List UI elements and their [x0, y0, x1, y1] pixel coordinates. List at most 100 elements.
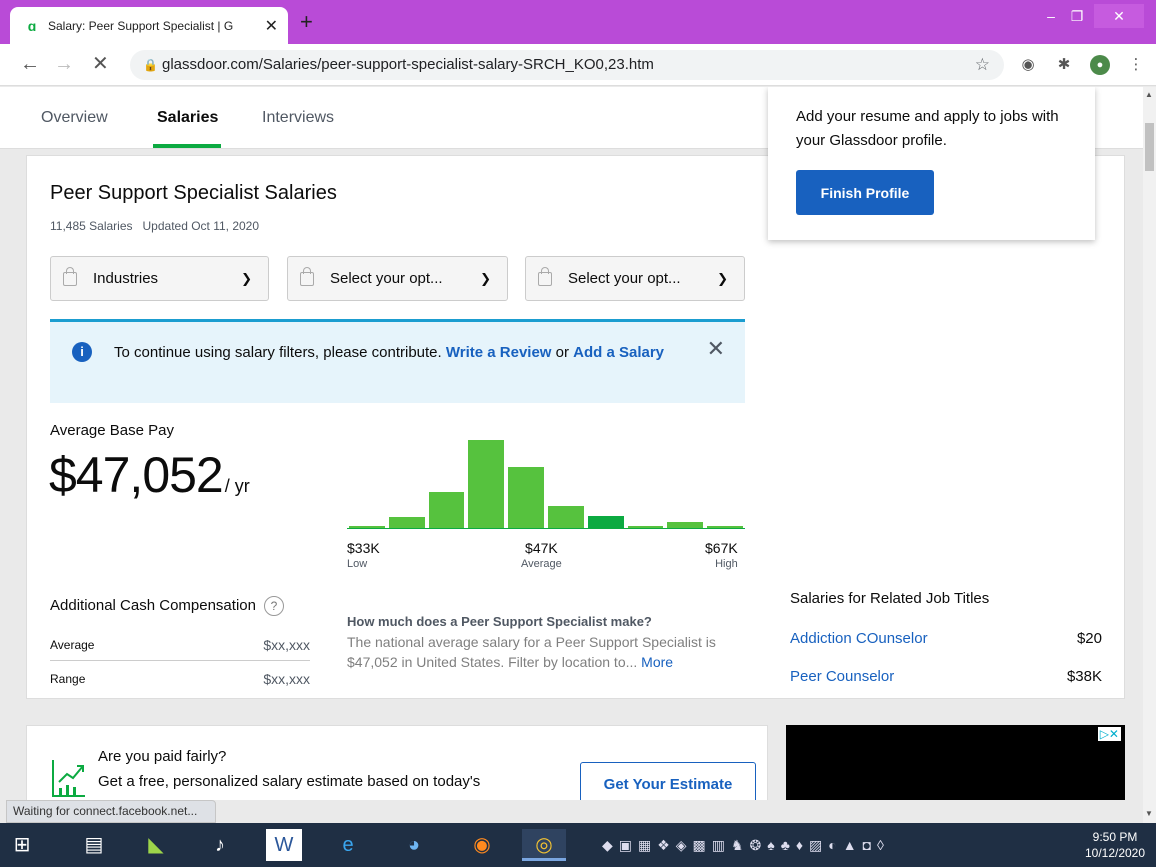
browser-status-bar: Waiting for connect.facebook.net...: [6, 800, 217, 823]
salary-count: 11,485 Salaries: [50, 219, 133, 233]
faq-answer: The national average salary for a Peer S…: [347, 632, 747, 672]
help-icon[interactable]: ?: [263, 596, 284, 616]
related-title-link[interactable]: Peer Counselor: [790, 668, 894, 685]
option-dropdown-2[interactable]: Select your opt... ❯: [287, 256, 508, 301]
cash-compensation-label: Additional Cash Compensation: [50, 597, 256, 614]
word-icon[interactable]: W: [266, 829, 302, 861]
dropdown-label: Select your opt...: [568, 270, 681, 287]
url-text: glassdoor.com/Salaries/peer-support-spec…: [162, 56, 654, 73]
browser-tab-title: Salary: Peer Support Specialist | G: [48, 18, 234, 33]
chevron-down-icon: ❯: [241, 270, 252, 286]
scroll-up-icon[interactable]: ▲: [1145, 90, 1153, 99]
cash-compensation-title: Additional Cash Compensation?: [50, 596, 284, 616]
page-scrollbar[interactable]: ▲ ▼: [1143, 87, 1156, 823]
histogram-bar: [468, 440, 505, 528]
histogram-bar: [508, 467, 544, 528]
option-dropdown-3[interactable]: Select your opt... ❯: [525, 256, 745, 301]
add-salary-link[interactable]: Add a Salary: [573, 344, 664, 361]
close-window-icon[interactable]: ✕: [1094, 4, 1144, 28]
new-tab-icon[interactable]: +: [300, 11, 313, 33]
page-title: Peer Support Specialist Salaries: [50, 182, 337, 204]
related-item: Peer Counselor $38K: [790, 668, 1102, 685]
app-icon[interactable]: ◣: [134, 829, 178, 861]
glassdoor-favicon-icon: ɑ: [27, 17, 37, 34]
related-titles-heading: Salaries for Related Job Titles: [790, 590, 990, 607]
lock-icon: [63, 266, 77, 286]
contribute-notice: i To continue using salary filters, plea…: [50, 319, 745, 403]
bookmark-star-icon[interactable]: ☆: [975, 50, 990, 80]
scrollbar-thumb[interactable]: [1145, 123, 1154, 171]
media-app-icon[interactable]: ♪: [198, 829, 242, 861]
chrome-icon[interactable]: ◎: [522, 829, 566, 861]
advertisement[interactable]: ▷✕: [786, 725, 1125, 800]
get-estimate-button[interactable]: Get Your Estimate: [580, 762, 756, 800]
notice-or: or: [555, 344, 569, 361]
file-explorer-icon[interactable]: ▤: [72, 829, 116, 861]
cash-range-row: Range $xx,xxx: [50, 662, 310, 695]
system-tray-icons[interactable]: ◆▣▦❖◈▩▥♞❂♠♣♦▨◐▲◘◊: [602, 837, 890, 854]
url-bar[interactable]: 🔒 glassdoor.com/Salaries/peer-support-sp…: [130, 50, 1004, 80]
histogram-label-low: $33K Low: [347, 540, 380, 572]
row-label: Range: [50, 671, 86, 686]
salary-meta: 11,485 Salaries Updated Oct 11, 2020: [50, 219, 259, 233]
browser-tab[interactable]: ɑ Salary: Peer Support Specialist | G ✕: [10, 7, 288, 44]
maximize-window-icon[interactable]: ❐: [1066, 4, 1088, 28]
salary-histogram: [347, 426, 745, 528]
back-arrow-icon[interactable]: ←: [20, 53, 40, 75]
row-value: $xx,xxx: [263, 636, 310, 653]
firefox-icon[interactable]: ◉: [460, 829, 504, 861]
web-page: Overview Salaries Interviews Peer Suppor…: [0, 87, 1143, 800]
histogram-bar: [428, 492, 465, 528]
finish-profile-button[interactable]: Finish Profile: [796, 170, 934, 215]
pay-unit: / yr: [224, 476, 250, 496]
write-review-link[interactable]: Write a Review: [446, 344, 552, 361]
close-icon[interactable]: ✕: [707, 336, 725, 362]
divider: [50, 660, 310, 661]
thunderbird-icon[interactable]: ◕: [392, 829, 436, 861]
clock-date: 10/12/2020: [1084, 846, 1146, 860]
histogram-label-average: $47K Average: [521, 540, 562, 572]
lock-icon: [300, 266, 314, 286]
forward-arrow-icon[interactable]: →: [54, 53, 74, 75]
tick-sublabel: High: [715, 558, 738, 570]
browser-tab-bar: ɑ Salary: Peer Support Specialist | G ✕ …: [0, 0, 1156, 44]
average-base-pay-label: Average Base Pay: [50, 422, 174, 439]
close-tab-icon[interactable]: ✕: [265, 16, 278, 36]
address-toolbar: ← → ✕ 🔒 glassdoor.com/Salaries/peer-supp…: [0, 44, 1156, 86]
lock-icon: [538, 266, 552, 286]
extensions-puzzle-icon[interactable]: ✱: [1054, 55, 1074, 75]
related-title-link[interactable]: Addiction COunselor: [790, 630, 928, 647]
clock-time: 9:50 PM: [1092, 830, 1138, 844]
windows-start-icon[interactable]: ⊞: [0, 829, 44, 861]
histogram-label-high: $67K High: [705, 540, 738, 572]
tab-salaries[interactable]: Salaries: [157, 109, 218, 127]
stop-loading-icon[interactable]: ✕: [92, 53, 109, 75]
minimize-window-icon[interactable]: –: [1040, 4, 1062, 28]
browser-menu-icon[interactable]: ⋮: [1126, 55, 1146, 75]
adchoices-icon[interactable]: ▷✕: [1097, 727, 1121, 741]
chevron-down-icon: ❯: [717, 270, 728, 286]
tab-interviews[interactable]: Interviews: [262, 109, 334, 127]
profile-avatar[interactable]: ●: [1090, 55, 1110, 75]
lock-icon: 🔒: [143, 58, 158, 72]
dropdown-label: Select your opt...: [330, 270, 443, 287]
dropdown-label: Industries: [93, 270, 159, 287]
internet-explorer-icon[interactable]: e: [326, 829, 370, 861]
updated-date: Updated Oct 11, 2020: [142, 219, 260, 233]
histogram-bar: [388, 517, 425, 528]
scroll-down-icon[interactable]: ▼: [1145, 809, 1153, 818]
taskbar-clock[interactable]: 9:50 PM 10/12/2020: [1080, 829, 1150, 861]
histogram-bar: [587, 516, 624, 528]
histogram-baseline: [347, 528, 745, 529]
average-base-pay-value: $47,052/ yr: [49, 446, 250, 504]
industries-dropdown[interactable]: Industries ❯: [50, 256, 269, 301]
tick-sublabel: Average: [521, 558, 562, 570]
tab-overview[interactable]: Overview: [41, 109, 108, 127]
related-salary: $20: [1076, 630, 1102, 647]
chevron-down-icon: ❯: [480, 270, 491, 286]
extension-icon[interactable]: ◉: [1018, 55, 1038, 75]
tick-label: $33K: [347, 540, 380, 556]
related-salary: $38K: [1066, 668, 1102, 685]
more-link[interactable]: More: [641, 654, 673, 670]
estimate-heading: Are you paid fairly?: [98, 748, 227, 765]
